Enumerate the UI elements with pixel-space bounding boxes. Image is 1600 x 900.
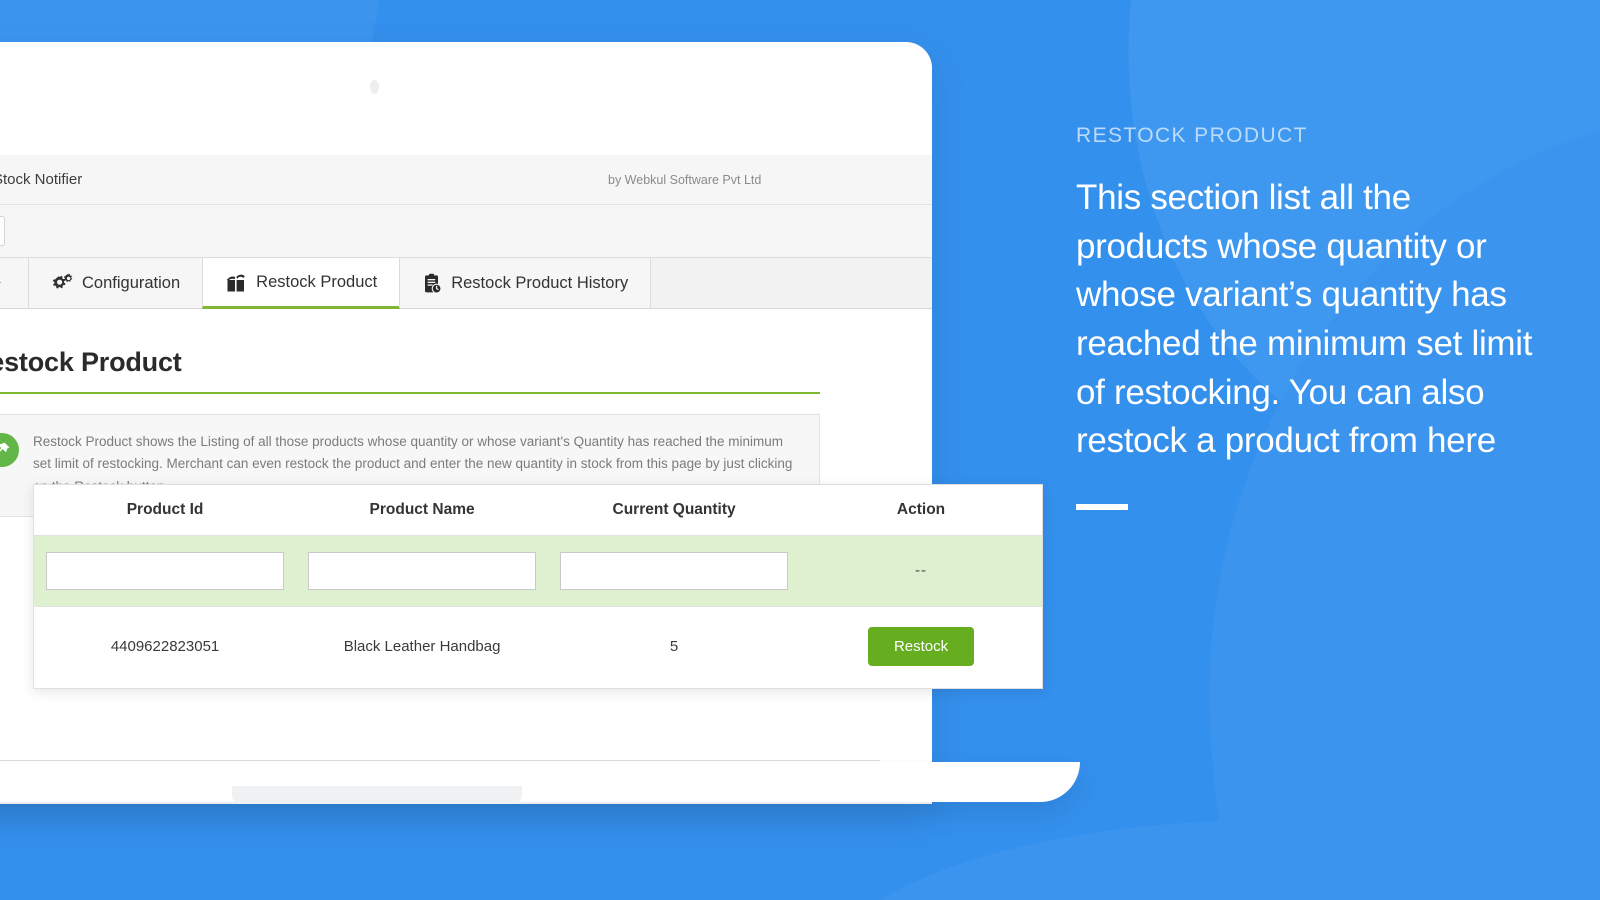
- column-header-current-quantity: Current Quantity: [548, 485, 801, 536]
- vendor-credit: by Webkul Software Pvt Ltd: [608, 172, 762, 187]
- table-head: Product Id Product Name Current Quantity…: [34, 485, 1042, 536]
- filter-input-current-quantity[interactable]: [560, 552, 789, 590]
- cell-current-quantity: 5: [548, 606, 801, 688]
- home-icon-svg: [0, 282, 1, 283]
- faq-strip: FAQ: [0, 205, 932, 258]
- filter-cell-product-name: [296, 535, 549, 607]
- filter-input-product-id[interactable]: [46, 552, 285, 590]
- filter-input-product-name[interactable]: [308, 552, 537, 590]
- cell-action: Restock: [800, 606, 1042, 688]
- filter-cell-current-quantity: [548, 535, 801, 607]
- clipboard-clock-icon: [422, 273, 442, 294]
- cell-product-name: Black Leather Handbag: [296, 606, 549, 688]
- open-box-icon-svg: [227, 274, 245, 291]
- restock-button[interactable]: Restock: [867, 627, 975, 666]
- title-underline: [0, 392, 820, 394]
- slide-canvas: Stock Notifier by Webkul Software Pvt Lt…: [0, 0, 1600, 900]
- home-icon: [0, 273, 2, 293]
- tab-home[interactable]: [0, 258, 29, 308]
- tab-restock-product[interactable]: Restock Product: [202, 258, 401, 309]
- laptop-trackpad: [232, 786, 522, 804]
- panel-body-text: This section list all the products whose…: [1076, 178, 1533, 461]
- brand-name: Stock Notifier: [0, 171, 83, 188]
- info-panel: RESTOCK PRODUCT This section list all th…: [1076, 124, 1546, 510]
- laptop-hinge-line: [0, 760, 880, 761]
- panel-eyebrow: RESTOCK PRODUCT: [1076, 124, 1308, 147]
- pushpin-icon-svg: [0, 442, 10, 453]
- app-root: Stock Notifier by Webkul Software Pvt Lt…: [0, 155, 932, 517]
- pushpin-icon: [0, 433, 19, 467]
- tab-bar: Configuration Restock Product Restock Pr…: [0, 258, 932, 309]
- webcam-dot: [370, 80, 379, 94]
- clipboard-clock-icon-svg: [425, 273, 442, 294]
- restock-table: Product Id Product Name Current Quantity…: [34, 485, 1042, 688]
- open-box-icon: [225, 272, 247, 293]
- gears-icon-svg: [52, 273, 73, 289]
- filter-cell-action: --: [800, 535, 1042, 607]
- tab-restock-product-history[interactable]: Restock Product History: [399, 258, 652, 308]
- restock-product-table: Product Id Product Name Current Quantity…: [33, 484, 1043, 689]
- faq-button[interactable]: FAQ: [0, 216, 6, 246]
- table-body: -- 4409622823051 Black Leather Handbag 5…: [34, 535, 1042, 688]
- tab-restock-product-history-label: Restock Product History: [451, 273, 629, 292]
- column-header-product-id: Product Id: [34, 485, 297, 536]
- panel-underline: [1076, 503, 1128, 510]
- filter-action-placeholder: --: [915, 562, 928, 579]
- tab-configuration[interactable]: Configuration: [28, 258, 204, 308]
- table-header-row: Product Id Product Name Current Quantity…: [34, 485, 1042, 536]
- page-title: Restock Product: [0, 347, 182, 377]
- gears-icon: [51, 273, 73, 293]
- column-header-product-name: Product Name: [296, 485, 549, 536]
- column-header-action: Action: [800, 485, 1042, 536]
- filter-cell-product-id: [34, 535, 297, 607]
- brand: Stock Notifier: [0, 166, 82, 194]
- cell-product-id: 4409622823051: [34, 606, 297, 688]
- table-row: 4409622823051 Black Leather Handbag 5 Re…: [34, 606, 1042, 688]
- table-filter-row: --: [34, 535, 1042, 607]
- tab-configuration-label: Configuration: [82, 273, 181, 292]
- laptop-base: [0, 762, 1080, 802]
- app-header: Stock Notifier by Webkul Software Pvt Lt…: [0, 155, 932, 205]
- background-swoosh-bottom: [820, 820, 1600, 900]
- tab-restock-product-label: Restock Product: [256, 272, 378, 291]
